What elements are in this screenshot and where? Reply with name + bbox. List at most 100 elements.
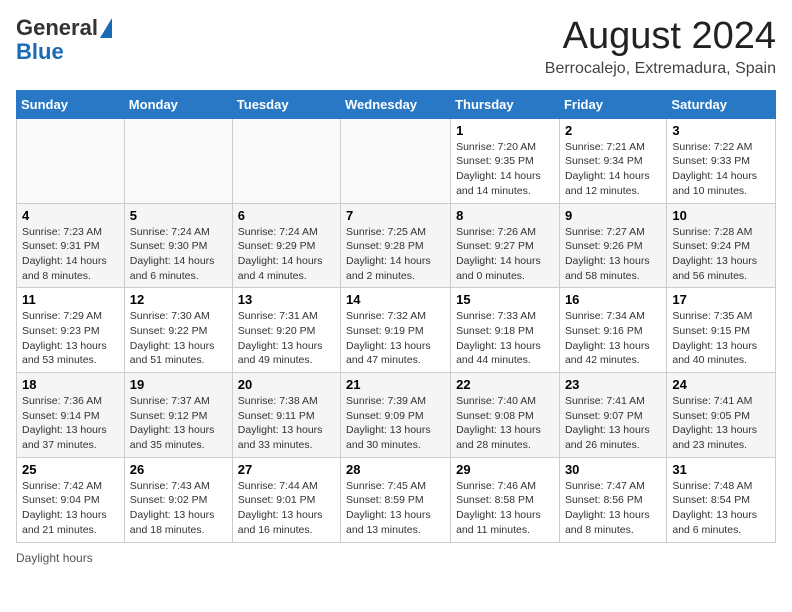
day-number: 10: [672, 208, 770, 223]
day-cell-1: 1 Sunrise: 7:20 AM Sunset: 9:35 PM Daylig…: [451, 118, 560, 203]
day-number: 19: [130, 377, 227, 392]
day-number: 26: [130, 462, 227, 477]
day-number: 22: [456, 377, 554, 392]
day-cell-21: 21 Sunrise: 7:39 AM Sunset: 9:09 PM Dayli…: [341, 373, 451, 458]
day-info: Sunrise: 7:35 AM Sunset: 9:15 PM Dayligh…: [672, 309, 770, 368]
day-cell-24: 24Sunrise: 7:41 AM Sunset: 9:05 PM Dayli…: [667, 373, 776, 458]
day-number: 2: [565, 123, 661, 138]
logo: General Blue: [16, 16, 112, 64]
day-number: 17: [672, 292, 770, 307]
logo-triangle-icon: [100, 18, 112, 38]
day-cell-30: 30 Sunrise: 7:47 AM Sunset: 8:56 PM Dayli…: [559, 457, 666, 542]
header-day-saturday: Saturday: [667, 90, 776, 118]
day-number: 27: [238, 462, 335, 477]
day-info: Sunrise: 7:39 AM Sunset: 9:09 PM Dayligh…: [346, 394, 445, 453]
day-cell-empty: [17, 118, 125, 203]
day-number: 3: [672, 123, 770, 138]
day-cell-27: 27 Sunrise: 7:44 AM Sunset: 9:01 PM Dayli…: [232, 457, 340, 542]
logo-blue-text: Blue: [16, 39, 64, 64]
day-info: Sunrise: 7:25 AM Sunset: 9:28 PM Dayligh…: [346, 225, 445, 284]
day-info: Sunrise: 7:36 AM Sunset: 9:14 PM Dayligh…: [22, 394, 119, 453]
day-number: 4: [22, 208, 119, 223]
day-cell-4: 4 Sunrise: 7:23 AM Sunset: 9:31 PM Daylig…: [17, 203, 125, 288]
day-cell-3: 3 Sunrise: 7:22 AM Sunset: 9:33 PM Daylig…: [667, 118, 776, 203]
day-number: 9: [565, 208, 661, 223]
day-info: Sunrise: 7:37 AM Sunset: 9:12 PM Dayligh…: [130, 394, 227, 453]
day-info: Sunrise: 7:42 AM Sunset: 9:04 PM Dayligh…: [22, 479, 119, 538]
title-area: August 2024 Berrocalejo, Extremadura, Sp…: [545, 16, 776, 78]
day-info: Sunrise: 7:21 AM Sunset: 9:34 PM Dayligh…: [565, 140, 661, 199]
main-title: August 2024: [545, 16, 776, 58]
header-day-tuesday: Tuesday: [232, 90, 340, 118]
day-number: 5: [130, 208, 227, 223]
day-number: 11: [22, 292, 119, 307]
day-cell-14: 14 Sunrise: 7:32 AM Sunset: 9:19 PM Dayli…: [341, 288, 451, 373]
day-info: Sunrise: 7:23 AM Sunset: 9:31 PM Dayligh…: [22, 225, 119, 284]
day-cell-26: 26 Sunrise: 7:43 AM Sunset: 9:02 PM Dayli…: [124, 457, 232, 542]
day-cell-empty: [124, 118, 232, 203]
day-info: Sunrise: 7:48 AM Sunset: 8:54 PM Dayligh…: [672, 479, 770, 538]
day-cell-5: 5 Sunrise: 7:24 AM Sunset: 9:30 PM Daylig…: [124, 203, 232, 288]
day-info: Sunrise: 7:28 AM Sunset: 9:24 PM Dayligh…: [672, 225, 770, 284]
day-cell-15: 15Sunrise: 7:33 AM Sunset: 9:18 PM Dayli…: [451, 288, 560, 373]
day-cell-20: 20Sunrise: 7:38 AM Sunset: 9:11 PM Dayli…: [232, 373, 340, 458]
day-cell-18: 18Sunrise: 7:36 AM Sunset: 9:14 PM Dayli…: [17, 373, 125, 458]
day-number: 29: [456, 462, 554, 477]
header-day-wednesday: Wednesday: [341, 90, 451, 118]
day-number: 8: [456, 208, 554, 223]
day-info: Sunrise: 7:26 AM Sunset: 9:27 PM Dayligh…: [456, 225, 554, 284]
day-info: Sunrise: 7:24 AM Sunset: 9:30 PM Dayligh…: [130, 225, 227, 284]
day-info: Sunrise: 7:44 AM Sunset: 9:01 PM Dayligh…: [238, 479, 335, 538]
day-cell-16: 16Sunrise: 7:34 AM Sunset: 9:16 PM Dayli…: [559, 288, 666, 373]
day-info: Sunrise: 7:43 AM Sunset: 9:02 PM Dayligh…: [130, 479, 227, 538]
day-number: 31: [672, 462, 770, 477]
day-cell-empty: [341, 118, 451, 203]
day-cell-19: 19 Sunrise: 7:37 AM Sunset: 9:12 PM Dayli…: [124, 373, 232, 458]
week-row-2: 4 Sunrise: 7:23 AM Sunset: 9:31 PM Daylig…: [17, 203, 776, 288]
day-info: Sunrise: 7:45 AM Sunset: 8:59 PM Dayligh…: [346, 479, 445, 538]
day-cell-9: 9Sunrise: 7:27 AM Sunset: 9:26 PM Daylig…: [559, 203, 666, 288]
day-cell-22: 22Sunrise: 7:40 AM Sunset: 9:08 PM Dayli…: [451, 373, 560, 458]
day-number: 20: [238, 377, 335, 392]
header-day-friday: Friday: [559, 90, 666, 118]
day-info: Sunrise: 7:30 AM Sunset: 9:22 PM Dayligh…: [130, 309, 227, 368]
day-info: Sunrise: 7:22 AM Sunset: 9:33 PM Dayligh…: [672, 140, 770, 199]
day-number: 24: [672, 377, 770, 392]
day-number: 16: [565, 292, 661, 307]
day-number: 13: [238, 292, 335, 307]
day-number: 23: [565, 377, 661, 392]
day-info: Sunrise: 7:24 AM Sunset: 9:29 PM Dayligh…: [238, 225, 335, 284]
footer-note: Daylight hours: [16, 551, 776, 565]
day-cell-23: 23Sunrise: 7:41 AM Sunset: 9:07 PM Dayli…: [559, 373, 666, 458]
day-number: 1: [456, 123, 554, 138]
subtitle: Berrocalejo, Extremadura, Spain: [545, 60, 776, 78]
header-day-sunday: Sunday: [17, 90, 125, 118]
day-cell-31: 31 Sunrise: 7:48 AM Sunset: 8:54 PM Dayli…: [667, 457, 776, 542]
day-number: 30: [565, 462, 661, 477]
day-cell-25: 25Sunrise: 7:42 AM Sunset: 9:04 PM Dayli…: [17, 457, 125, 542]
day-cell-2: 2 Sunrise: 7:21 AM Sunset: 9:34 PM Daylig…: [559, 118, 666, 203]
day-cell-17: 17 Sunrise: 7:35 AM Sunset: 9:15 PM Dayli…: [667, 288, 776, 373]
day-number: 6: [238, 208, 335, 223]
day-info: Sunrise: 7:32 AM Sunset: 9:19 PM Dayligh…: [346, 309, 445, 368]
day-cell-12: 12 Sunrise: 7:30 AM Sunset: 9:22 PM Dayli…: [124, 288, 232, 373]
header-day-monday: Monday: [124, 90, 232, 118]
day-info: Sunrise: 7:20 AM Sunset: 9:35 PM Dayligh…: [456, 140, 554, 199]
day-cell-empty: [232, 118, 340, 203]
week-row-5: 25Sunrise: 7:42 AM Sunset: 9:04 PM Dayli…: [17, 457, 776, 542]
header-day-thursday: Thursday: [451, 90, 560, 118]
header-row: SundayMondayTuesdayWednesdayThursdayFrid…: [17, 90, 776, 118]
day-cell-11: 11Sunrise: 7:29 AM Sunset: 9:23 PM Dayli…: [17, 288, 125, 373]
day-info: Sunrise: 7:47 AM Sunset: 8:56 PM Dayligh…: [565, 479, 661, 538]
day-number: 14: [346, 292, 445, 307]
day-cell-6: 6 Sunrise: 7:24 AM Sunset: 9:29 PM Daylig…: [232, 203, 340, 288]
week-row-3: 11Sunrise: 7:29 AM Sunset: 9:23 PM Dayli…: [17, 288, 776, 373]
day-number: 21: [346, 377, 445, 392]
week-row-1: 1 Sunrise: 7:20 AM Sunset: 9:35 PM Daylig…: [17, 118, 776, 203]
header: General Blue August 2024 Berrocalejo, Ex…: [16, 16, 776, 78]
day-cell-7: 7Sunrise: 7:25 AM Sunset: 9:28 PM Daylig…: [341, 203, 451, 288]
day-number: 28: [346, 462, 445, 477]
day-info: Sunrise: 7:46 AM Sunset: 8:58 PM Dayligh…: [456, 479, 554, 538]
calendar-table: SundayMondayTuesdayWednesdayThursdayFrid…: [16, 90, 776, 543]
day-number: 12: [130, 292, 227, 307]
